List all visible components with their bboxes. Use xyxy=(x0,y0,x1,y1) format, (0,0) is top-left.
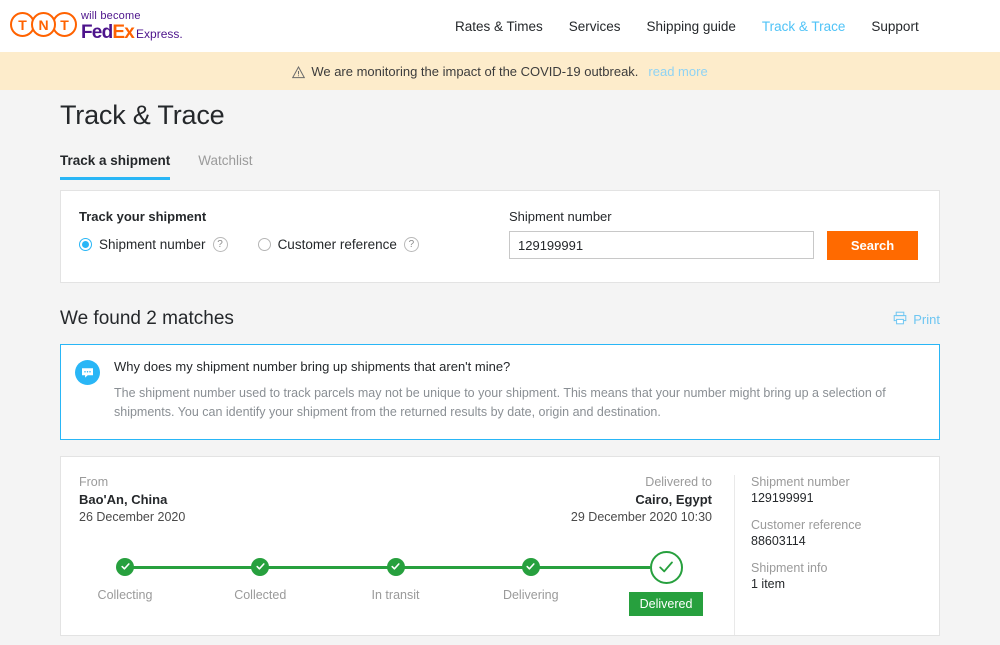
radio-label-customer-reference: Customer reference xyxy=(278,237,397,252)
results-header: We found 2 matches Print xyxy=(60,308,940,330)
progress-step-delivering: Delivering xyxy=(485,550,577,602)
check-icon-collected xyxy=(251,558,269,576)
warning-triangle-icon xyxy=(292,66,305,79)
status-badge-delivered: Delivered xyxy=(629,592,704,616)
radio-group-shipment-number[interactable]: Shipment number ? xyxy=(79,237,228,252)
radio-customer-reference[interactable] xyxy=(258,238,271,251)
check-icon-in-transit xyxy=(387,558,405,576)
shipment-destination: Delivered to Cairo, Egypt 29 December 20… xyxy=(571,475,712,524)
progress-label-collecting: Collecting xyxy=(98,588,153,602)
nav-item-support[interactable]: Support xyxy=(871,19,918,34)
check-icon-collecting xyxy=(116,558,134,576)
search-options: Track your shipment Shipment number ? Cu… xyxy=(79,209,509,252)
progress-label-collected: Collected xyxy=(234,588,286,602)
check-icon-delivered xyxy=(650,551,683,584)
check-icon-delivering xyxy=(522,558,540,576)
nav-item-services[interactable]: Services xyxy=(569,19,621,34)
tnt-logo-icon: T N T xyxy=(10,12,73,37)
detail-label-shipment-number: Shipment number xyxy=(751,475,921,489)
help-icon-customer-reference[interactable]: ? xyxy=(404,237,419,252)
tab-watchlist[interactable]: Watchlist xyxy=(198,153,252,180)
page-body: Track & Trace Track a shipment Watchlist… xyxy=(0,90,1000,645)
delivered-to-place: Cairo, Egypt xyxy=(571,492,712,507)
main-navigation: Rates & Times Services Shipping guide Tr… xyxy=(455,0,919,52)
print-label: Print xyxy=(913,312,940,327)
shipment-details-panel: Shipment number 129199991 Customer refer… xyxy=(734,475,939,635)
covid-banner: We are monitoring the impact of the COVI… xyxy=(0,52,1000,90)
shipment-result-card[interactable]: From Bao'An, China 26 December 2020 Deli… xyxy=(60,456,940,636)
fedex-wordmark: FedExExpress. xyxy=(81,23,183,42)
shipment-progress-tracker: Collecting Collected In xyxy=(79,550,712,596)
fedex-express: Express. xyxy=(136,27,183,41)
detail-value-customer-reference: 88603114 xyxy=(751,534,921,548)
progress-label-in-transit: In transit xyxy=(372,588,420,602)
covid-banner-text: We are monitoring the impact of the COVI… xyxy=(311,64,638,79)
page-tabs: Track a shipment Watchlist xyxy=(60,153,940,180)
shipment-number-input[interactable] xyxy=(509,231,814,259)
detail-shipment-info: Shipment info 1 item xyxy=(751,561,921,591)
detail-label-customer-reference: Customer reference xyxy=(751,518,921,532)
fedex-fed: Fed xyxy=(81,22,112,43)
radio-label-shipment-number: Shipment number xyxy=(99,237,206,252)
progress-steps: Collecting Collected In xyxy=(79,550,712,616)
from-date: 26 December 2020 xyxy=(79,510,185,524)
radio-group-customer-reference[interactable]: Customer reference ? xyxy=(258,237,419,252)
page-title: Track & Trace xyxy=(60,90,940,131)
fedex-ex: Ex xyxy=(112,22,134,43)
delivered-to-label: Delivered to xyxy=(571,475,712,489)
detail-value-shipment-number: 129199991 xyxy=(751,491,921,505)
progress-label-delivering: Delivering xyxy=(503,588,559,602)
info-box: Why does my shipment number bring up shi… xyxy=(60,344,940,440)
brand-logo[interactable]: T N T will become FedExExpress. xyxy=(10,10,183,42)
detail-shipment-number: Shipment number 129199991 xyxy=(751,475,921,505)
tab-track-a-shipment[interactable]: Track a shipment xyxy=(60,153,170,180)
search-button[interactable]: Search xyxy=(827,231,918,260)
shipment-origin: From Bao'An, China 26 December 2020 xyxy=(79,475,185,524)
delivered-to-date: 29 December 2020 10:30 xyxy=(571,510,712,524)
info-box-question: Why does my shipment number bring up shi… xyxy=(114,359,904,374)
shipment-main: From Bao'An, China 26 December 2020 Deli… xyxy=(61,475,734,635)
search-legend: Track your shipment xyxy=(79,209,509,224)
nav-item-rates-times[interactable]: Rates & Times xyxy=(455,19,543,34)
nav-item-track-trace[interactable]: Track & Trace xyxy=(762,19,846,34)
search-field-row: Search xyxy=(509,231,918,260)
radio-shipment-number[interactable] xyxy=(79,238,92,251)
content-container: Track & Trace Track a shipment Watchlist… xyxy=(60,90,940,636)
info-box-answer: The shipment number used to track parcel… xyxy=(114,384,904,423)
detail-label-shipment-info: Shipment info xyxy=(751,561,921,575)
from-label: From xyxy=(79,475,185,489)
site-header: T N T will become FedExExpress. Rates & … xyxy=(0,0,1000,52)
detail-customer-reference: Customer reference 88603114 xyxy=(751,518,921,548)
from-place: Bao'An, China xyxy=(79,492,185,507)
shipment-number-field-label: Shipment number xyxy=(509,209,918,224)
printer-icon xyxy=(893,311,907,328)
help-icon-shipment-number[interactable]: ? xyxy=(213,237,228,252)
nav-item-shipping-guide[interactable]: Shipping guide xyxy=(647,19,736,34)
tnt-letter-2: N xyxy=(31,12,56,37)
print-link[interactable]: Print xyxy=(893,311,940,328)
fedex-lockup: will become FedExExpress. xyxy=(81,10,183,42)
progress-step-collecting: Collecting xyxy=(79,550,171,602)
shipment-route: From Bao'An, China 26 December 2020 Deli… xyxy=(79,475,712,524)
covid-read-more-link[interactable]: read more xyxy=(648,64,707,79)
search-card: Track your shipment Shipment number ? Cu… xyxy=(60,190,940,283)
info-box-content: Why does my shipment number bring up shi… xyxy=(114,359,904,423)
results-count-title: We found 2 matches xyxy=(60,308,234,330)
progress-step-collected: Collected xyxy=(214,550,306,602)
chat-bubble-icon xyxy=(75,360,100,385)
detail-value-shipment-info: 1 item xyxy=(751,577,921,591)
search-field-area: Shipment number Search xyxy=(509,209,918,260)
progress-step-delivered: Delivered xyxy=(620,550,712,616)
search-radio-row: Shipment number ? Customer reference ? xyxy=(79,237,509,252)
progress-step-in-transit: In transit xyxy=(350,550,442,602)
